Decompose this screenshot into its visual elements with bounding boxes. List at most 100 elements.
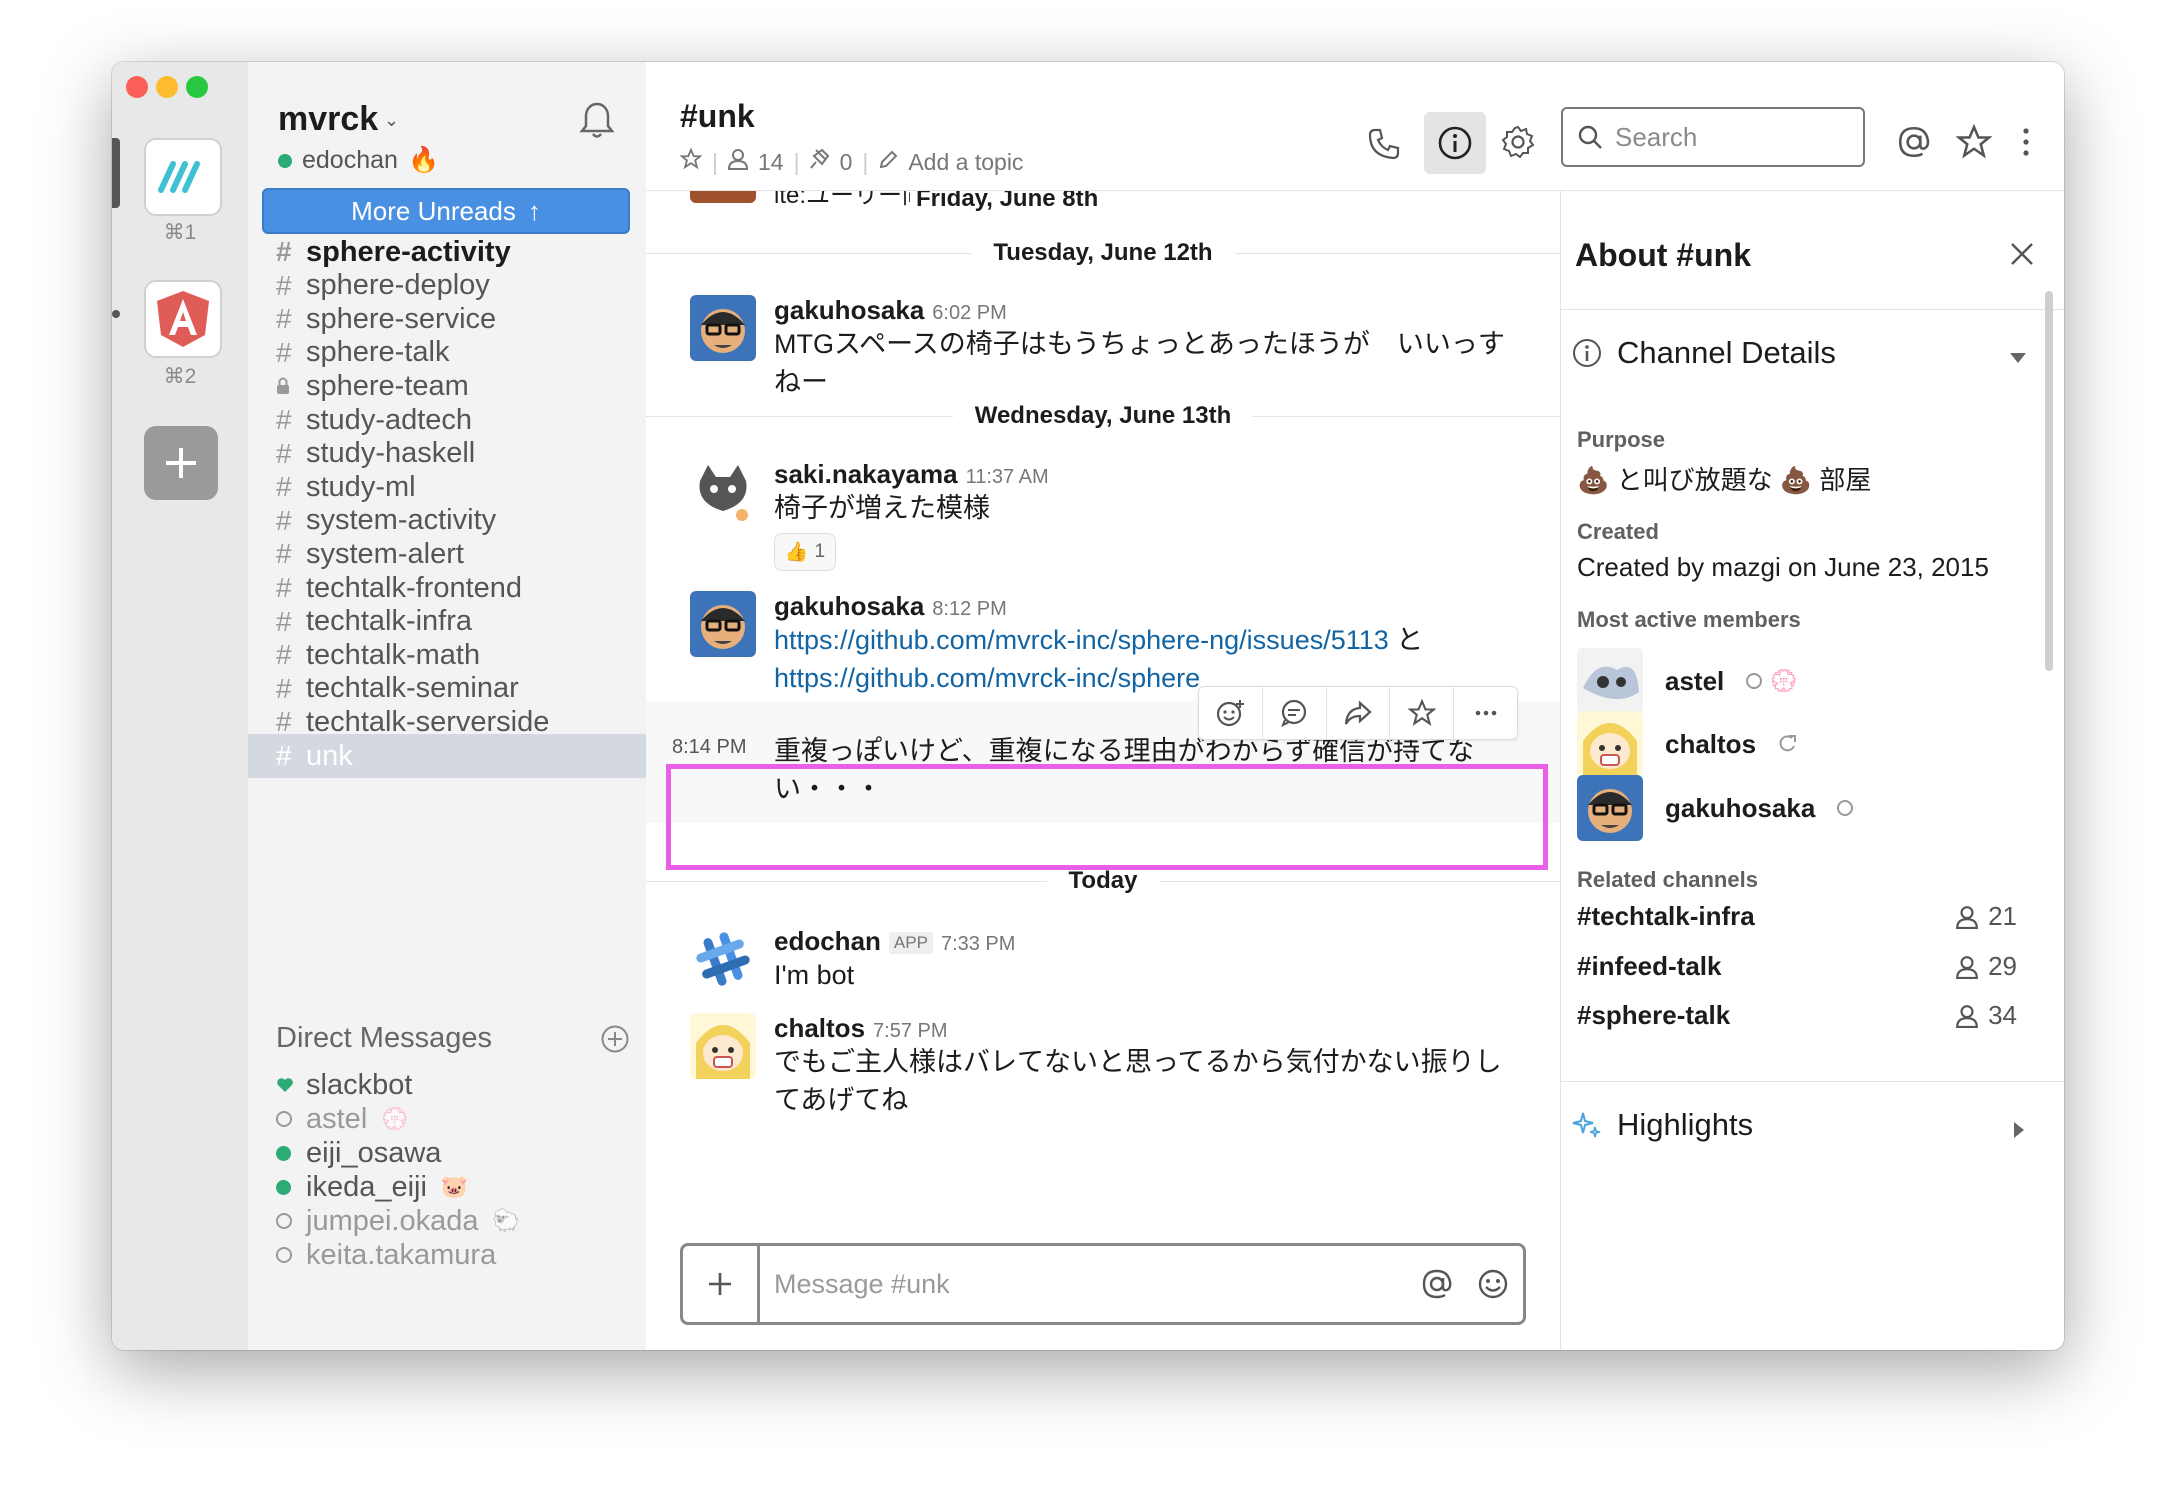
team-shortcut-1: ⌘1 xyxy=(163,221,197,244)
message-text: I'm bot xyxy=(774,960,855,990)
avatar-saki-nakayama[interactable] xyxy=(690,459,756,525)
pencil-icon[interactable] xyxy=(878,149,898,176)
settings-gear-icon[interactable] xyxy=(1498,122,1538,162)
highlight-annotation xyxy=(666,764,1548,870)
mentions-icon[interactable] xyxy=(1894,122,1934,162)
panel-divider xyxy=(1561,309,2064,310)
issue-link-1[interactable]: https://github.com/mvrck-inc/sphere-ng/i… xyxy=(774,625,1389,655)
plus-icon xyxy=(166,448,196,478)
avatar-gakuhosaka[interactable] xyxy=(690,591,756,657)
maximize-window-button[interactable] xyxy=(186,76,208,98)
member-astel[interactable]: astel 💮 xyxy=(1577,648,1798,714)
member-gakuhosaka[interactable]: gakuhosaka xyxy=(1577,775,1854,841)
star-channel-icon[interactable] xyxy=(679,147,703,176)
call-phone-icon[interactable] xyxy=(1364,124,1404,164)
attach-plus-icon[interactable] xyxy=(683,1246,760,1322)
dm-status-emoji: 🐑 xyxy=(492,1208,520,1233)
related-channel[interactable]: #sphere-talk 34 xyxy=(1577,1000,2017,1031)
more-unreads-button[interactable]: More Unreads ↑ xyxy=(262,188,630,234)
online-status-icon xyxy=(276,1179,306,1195)
avatar xyxy=(1577,648,1643,714)
away-status-icon xyxy=(276,1111,306,1127)
caret-down-icon[interactable] xyxy=(2009,351,2027,369)
message-author[interactable]: edochan APP 7:33 PM xyxy=(774,926,1015,957)
more-unreads-label: More Unreads xyxy=(351,195,516,226)
mention-icon[interactable] xyxy=(1411,1267,1463,1301)
message-author[interactable]: chaltos 7:57 PM xyxy=(774,1013,948,1044)
add-reaction-icon[interactable] xyxy=(1199,687,1263,739)
mvrck-logo-icon xyxy=(158,161,200,193)
active-team-indicator xyxy=(112,138,120,208)
search-input[interactable]: Search xyxy=(1561,107,1865,167)
avatar xyxy=(1577,775,1643,841)
members-label: Most active members xyxy=(1577,607,1801,632)
pin-icon[interactable] xyxy=(809,148,830,176)
search-icon xyxy=(1578,125,1602,149)
message-text: 椅子が増えた模様 xyxy=(774,493,990,523)
share-message-icon[interactable] xyxy=(1327,687,1391,739)
reaction-thumbs-up[interactable]: 👍 1 xyxy=(774,533,836,571)
message-input[interactable]: Message #unk xyxy=(760,1269,1411,1300)
message-author[interactable]: gakuhosaka 6:02 PM xyxy=(774,295,1007,326)
avatar-edochan-bot[interactable] xyxy=(690,926,756,992)
message-author[interactable]: gakuhosaka 8:12 PM xyxy=(774,591,1007,622)
away-status-icon xyxy=(1746,673,1763,689)
minimize-window-button[interactable] xyxy=(156,76,178,98)
member-chaltos[interactable]: chaltos xyxy=(1577,711,1798,777)
workspace-name[interactable]: mvrck xyxy=(278,100,378,139)
dm-status-emoji: 💮 xyxy=(381,1106,409,1131)
sidebar-channel-unk[interactable]: # unk xyxy=(248,734,646,778)
team-angular[interactable] xyxy=(144,280,222,358)
related-channel[interactable]: #techtalk-infra 21 xyxy=(1577,901,2017,932)
team-mvrck[interactable] xyxy=(144,138,222,216)
notifications-bell-icon[interactable] xyxy=(578,100,616,145)
star-message-icon[interactable] xyxy=(1390,687,1455,739)
channel-details-toggle[interactable]: Channel Details xyxy=(1571,335,1836,371)
current-user-name: edochan xyxy=(302,146,398,174)
channel-info-icon[interactable] xyxy=(1424,112,1486,174)
day-divider: Wednesday, June 13th xyxy=(646,396,1560,436)
avatar[interactable] xyxy=(690,191,756,203)
starred-items-icon[interactable] xyxy=(1954,122,1994,162)
channel-details-label: Channel Details xyxy=(1617,335,1836,370)
online-status-icon xyxy=(276,1145,306,1161)
panel-divider xyxy=(1561,1081,2064,1082)
more-actions-icon[interactable] xyxy=(1454,687,1517,739)
dm-keita.takamura[interactable]: keita.takamura xyxy=(248,1232,646,1278)
more-options-icon[interactable] xyxy=(2014,122,2038,162)
add-team-button[interactable] xyxy=(144,426,218,500)
current-user[interactable]: edochan 🔥 xyxy=(278,146,439,175)
members-icon xyxy=(1956,955,1978,979)
avatar-gakuhosaka[interactable] xyxy=(690,295,756,361)
close-window-button[interactable] xyxy=(126,76,148,98)
caret-right-icon[interactable] xyxy=(2013,1121,2025,1144)
panel-scrollbar[interactable] xyxy=(2045,291,2053,671)
related-channel[interactable]: #infeed-talk 29 xyxy=(1577,951,2017,982)
message-author[interactable]: saki.nakayama 11:37 AM xyxy=(774,459,1049,490)
pin-count[interactable]: 0 xyxy=(840,149,853,176)
info-icon xyxy=(1573,339,1601,367)
emoji-icon[interactable] xyxy=(1463,1267,1523,1301)
members-icon[interactable] xyxy=(727,148,748,176)
slack-window: ⌘1 ⌘2 mvrck ⌄ edochan 🔥 More Unreads ↑ # xyxy=(112,62,2064,1350)
sparkles-icon xyxy=(1572,1112,1601,1138)
highlights-toggle[interactable]: Highlights xyxy=(1571,1107,1753,1143)
hash-icon: # xyxy=(276,740,292,771)
channel-meta: | 14 | 0 | Add a topic xyxy=(679,147,1023,176)
message-actions-toolbar xyxy=(1198,686,1518,740)
issue-link-2[interactable]: https://github.com/mvrck-inc/sphere xyxy=(774,663,1200,693)
message-composer: Message #unk xyxy=(680,1243,1526,1325)
reply-thread-icon[interactable] xyxy=(1263,687,1327,739)
member-count[interactable]: 14 xyxy=(758,149,784,176)
add-topic-link[interactable]: Add a topic xyxy=(908,149,1023,176)
close-panel-icon[interactable] xyxy=(2009,241,2035,272)
avatar-chaltos[interactable] xyxy=(690,1013,756,1079)
heart-icon xyxy=(276,1077,306,1093)
add-dm-icon[interactable] xyxy=(600,1024,630,1059)
angular-logo-icon xyxy=(157,291,209,347)
channel-title[interactable]: #unk xyxy=(680,98,755,135)
chevron-down-icon[interactable]: ⌄ xyxy=(384,110,399,131)
member-emoji: 💮 xyxy=(1770,668,1798,693)
message-time[interactable]: 8:14 PM xyxy=(672,736,746,759)
direct-messages-header[interactable]: Direct Messages xyxy=(276,1022,492,1055)
